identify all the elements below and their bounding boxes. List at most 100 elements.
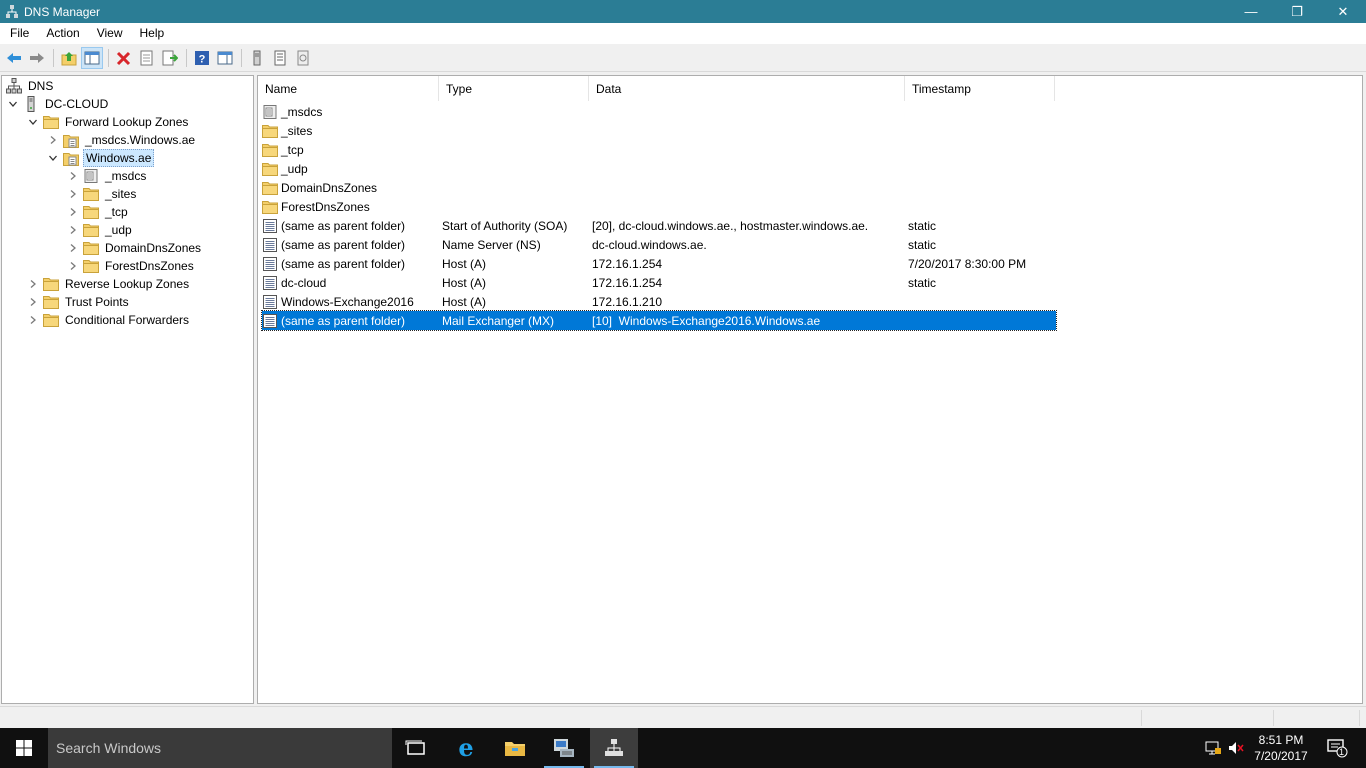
taskbar-search[interactable]: Search Windows — [48, 728, 392, 768]
folder-icon — [83, 240, 99, 256]
chevron-down-icon[interactable] — [7, 98, 19, 110]
menu-help[interactable]: Help — [130, 23, 172, 44]
chevron-right-icon[interactable] — [27, 314, 39, 326]
chevron-right-icon[interactable] — [67, 242, 79, 254]
table-row[interactable]: (same as parent folder) Mail Exchanger (M… — [261, 310, 1057, 331]
folder-icon — [262, 161, 278, 177]
record-button[interactable] — [292, 47, 314, 69]
chevron-right-icon[interactable] — [67, 206, 79, 218]
menu-action[interactable]: Action — [36, 23, 86, 44]
show-action-pane-button[interactable] — [214, 47, 236, 69]
column-header-name[interactable]: Name — [258, 76, 439, 101]
tree-item[interactable]: _msdcs — [67, 167, 148, 185]
tree-item-label: ForestDnsZones — [105, 259, 194, 273]
tree-item[interactable]: ForestDnsZones — [67, 257, 196, 275]
cell-name: _msdcs — [262, 104, 442, 120]
volume-tray-button[interactable] — [1225, 728, 1247, 768]
table-row[interactable]: _sites — [262, 121, 1056, 140]
cell-timestamp: static — [908, 275, 937, 290]
tree-item[interactable]: _udp — [67, 221, 134, 239]
tree-item[interactable]: Reverse Lookup Zones — [27, 275, 191, 293]
menu-view[interactable]: View — [87, 23, 130, 44]
tree-item[interactable]: _tcp — [67, 203, 130, 221]
tree-item[interactable]: DomainDnsZones — [67, 239, 203, 257]
tree-item[interactable]: Conditional Forwarders — [27, 311, 191, 329]
chevron-right-icon[interactable] — [67, 188, 79, 200]
tree-item[interactable]: DNS — [6, 77, 55, 95]
cell-name: _tcp — [262, 142, 442, 158]
column-header-timestamp[interactable]: Timestamp — [905, 76, 1055, 101]
cell-name: _sites — [262, 123, 442, 139]
chevron-right-icon[interactable] — [27, 278, 39, 290]
table-row[interactable]: Windows-Exchange2016 Host (A) 172.16.1.210 — [262, 292, 1056, 311]
table-row[interactable]: dc-cloud Host (A) 172.16.1.254 static — [262, 273, 1056, 292]
edge-browser-icon: e — [458, 736, 473, 760]
start-button[interactable] — [0, 728, 48, 768]
table-row[interactable]: (same as parent folder) Host (A) 172.16.1.… — [262, 254, 1056, 273]
table-row[interactable]: _msdcs — [262, 102, 1056, 121]
table-row[interactable]: (same as parent folder) Start of Authorit… — [262, 216, 1056, 235]
minimize-button[interactable]: — — [1228, 0, 1274, 23]
properties-button[interactable] — [136, 47, 158, 69]
table-row[interactable]: DomainDnsZones — [262, 178, 1056, 197]
chevron-right-icon[interactable] — [67, 224, 79, 236]
server-button[interactable] — [246, 47, 268, 69]
zone-list-button[interactable] — [269, 47, 291, 69]
table-row[interactable]: _udp — [262, 159, 1056, 178]
table-row[interactable]: ForestDnsZones — [262, 197, 1056, 216]
properties-icon — [140, 50, 153, 65]
tree-item-label: _tcp — [105, 205, 128, 219]
tree-item[interactable]: _sites — [67, 185, 138, 203]
task-view-button[interactable] — [392, 728, 440, 768]
forward-button[interactable] — [26, 47, 48, 69]
svg-text:?: ? — [199, 53, 206, 65]
cell-name: ForestDnsZones — [262, 199, 442, 215]
column-header-data[interactable]: Data — [589, 76, 905, 101]
cell-timestamp: static — [908, 218, 937, 233]
back-button[interactable] — [3, 47, 25, 69]
chevron-right-icon[interactable] — [67, 260, 79, 272]
chevron-right-icon[interactable] — [47, 134, 59, 146]
toolbar: ? — [0, 44, 1366, 72]
title-bar: DNS Manager — ❐ ✕ — [0, 0, 1366, 23]
column-header-type[interactable]: Type — [439, 76, 589, 101]
file-explorer-button[interactable] — [491, 728, 539, 768]
zone-list-icon — [274, 50, 286, 65]
taskbar-clock[interactable]: 8:51 PM 7/20/2017 — [1245, 732, 1317, 764]
record-icon — [262, 256, 278, 272]
chevron-right-icon[interactable] — [67, 170, 79, 182]
table-row[interactable]: (same as parent folder) Name Server (NS) d… — [262, 235, 1056, 254]
maximize-button[interactable]: ❐ — [1274, 0, 1320, 23]
menu-file[interactable]: File — [0, 23, 36, 44]
up-folder-icon — [61, 51, 77, 65]
record-icon — [262, 313, 278, 329]
server-manager-icon — [554, 739, 574, 757]
table-row[interactable]: _tcp — [262, 140, 1056, 159]
close-button[interactable]: ✕ — [1320, 0, 1366, 23]
edge-browser-button[interactable]: e — [442, 728, 490, 768]
console-tree[interactable]: DNS DC-CLOUD Forward Lookup Zones _msdcs.Wi… — [1, 75, 254, 704]
dns-manager-taskbar-button[interactable] — [590, 728, 638, 768]
delegation-icon — [262, 104, 278, 120]
network-tray-button[interactable] — [1202, 728, 1224, 768]
minimize-icon: — — [1244, 4, 1258, 19]
tree-item[interactable]: Forward Lookup Zones — [27, 113, 190, 131]
record-list[interactable]: Name Type Data Timestamp _msdcs _sites _tc… — [257, 75, 1363, 704]
action-center-button[interactable]: 1 — [1320, 728, 1354, 768]
clock-time: 8:51 PM — [1258, 733, 1304, 747]
delete-button[interactable] — [113, 47, 135, 69]
tree-item[interactable]: DC-CLOUD — [7, 95, 110, 113]
server-manager-button[interactable] — [540, 728, 588, 768]
chevron-down-icon[interactable] — [27, 116, 39, 128]
export-list-button[interactable] — [159, 47, 181, 69]
chevron-down-icon[interactable] — [47, 152, 59, 164]
tree-item[interactable]: _msdcs.Windows.ae — [47, 131, 197, 149]
cell-data: dc-cloud.windows.ae. — [592, 237, 707, 252]
up-one-level-button[interactable] — [58, 47, 80, 69]
chevron-right-icon[interactable] — [27, 296, 39, 308]
tree-item-label: _sites — [105, 187, 137, 201]
show-hide-console-tree-button[interactable] — [81, 46, 103, 69]
tree-item[interactable]: Windows.ae — [47, 149, 155, 167]
help-button[interactable]: ? — [191, 47, 213, 69]
tree-item[interactable]: Trust Points — [27, 293, 131, 311]
